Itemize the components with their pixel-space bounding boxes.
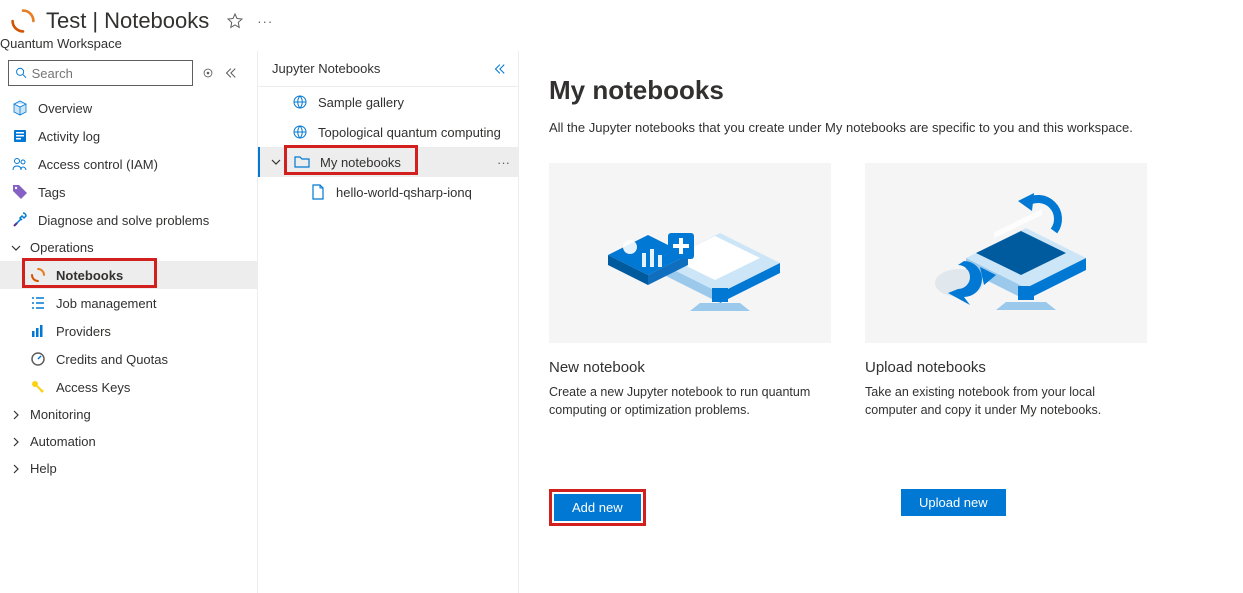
search-icon	[15, 66, 28, 80]
tree-item-label: Sample gallery	[318, 95, 404, 110]
nav-label: Notebooks	[56, 268, 123, 283]
settings-icon[interactable]	[201, 66, 215, 80]
tree-item-label: My notebooks	[320, 155, 401, 170]
log-icon	[12, 128, 28, 144]
nav-label: Diagnose and solve problems	[38, 213, 209, 228]
nav-label: Overview	[38, 101, 92, 116]
resource-subtitle: Quantum Workspace	[0, 36, 1243, 51]
nav-activity-log[interactable]: Activity log	[0, 122, 257, 150]
tree-item-label: hello-world-qsharp-ionq	[336, 185, 472, 200]
quantum-logo-icon	[8, 6, 38, 36]
sidebar: Overview Activity log Access control (IA…	[0, 51, 257, 593]
main-title: My notebooks	[549, 75, 1213, 106]
favorite-icon[interactable]	[227, 13, 243, 29]
more-icon[interactable]: ···	[497, 155, 510, 170]
highlight-annotation: Add new	[549, 489, 646, 526]
upload-notebook-illustration	[865, 163, 1147, 343]
nav-group-automation[interactable]: Automation	[0, 428, 257, 455]
search-input[interactable]	[32, 66, 186, 81]
folder-icon	[294, 154, 310, 170]
nav-tags[interactable]: Tags	[0, 178, 257, 206]
nav-group-label: Automation	[30, 434, 96, 449]
quantum-small-icon	[30, 267, 46, 283]
tag-icon	[12, 184, 28, 200]
chevron-down-icon	[10, 242, 22, 254]
chevron-right-icon	[10, 409, 22, 421]
nav-diagnose[interactable]: Diagnose and solve problems	[0, 206, 257, 234]
nav-providers[interactable]: Providers	[0, 317, 257, 345]
nav-group-operations[interactable]: Operations	[0, 234, 257, 261]
nav-label: Access control (IAM)	[38, 157, 158, 172]
collapse-tree-icon[interactable]	[492, 62, 506, 76]
card-upload-notebooks: Upload notebooks Take an existing notebo…	[865, 163, 1147, 419]
main-content: My notebooks All the Jupyter notebooks t…	[519, 51, 1243, 593]
more-icon[interactable]: ···	[257, 14, 273, 29]
card-description: Take an existing notebook from your loca…	[865, 384, 1147, 419]
file-icon	[310, 184, 326, 200]
list-icon	[30, 295, 46, 311]
tree-header: Jupyter Notebooks	[272, 61, 380, 76]
nav-access-control[interactable]: Access control (IAM)	[0, 150, 257, 178]
nav-group-label: Operations	[30, 240, 94, 255]
nav-label: Activity log	[38, 129, 100, 144]
nav-notebooks[interactable]: Notebooks	[0, 261, 257, 289]
nav-label: Credits and Quotas	[56, 352, 168, 367]
tree-sample-gallery[interactable]: Sample gallery	[258, 87, 518, 117]
people-icon	[12, 156, 28, 172]
tree-item-label: Topological quantum computing	[318, 125, 501, 140]
nav-job-management[interactable]: Job management	[0, 289, 257, 317]
nav-label: Providers	[56, 324, 111, 339]
nav-group-monitoring[interactable]: Monitoring	[0, 401, 257, 428]
page-title: Test|Notebooks	[46, 8, 209, 34]
nav-overview[interactable]: Overview	[0, 94, 257, 122]
wrench-icon	[12, 212, 28, 228]
chevron-down-icon	[270, 156, 282, 168]
gauge-icon	[30, 351, 46, 367]
nav-credits-quotas[interactable]: Credits and Quotas	[0, 345, 257, 373]
notebook-tree-panel: Jupyter Notebooks Sample gallery Topolog…	[257, 51, 519, 593]
card-title: Upload notebooks	[865, 359, 1147, 376]
nav-label: Tags	[38, 185, 65, 200]
page-header: Test|Notebooks ··· Quantum Workspace	[0, 0, 1243, 51]
nav-label: Job management	[56, 296, 156, 311]
nav-group-label: Monitoring	[30, 407, 91, 422]
main-description: All the Jupyter notebooks that you creat…	[549, 120, 1213, 135]
nav-group-label: Help	[30, 461, 57, 476]
tree-my-notebooks[interactable]: My notebooks ···	[258, 147, 518, 177]
search-input-wrapper[interactable]	[8, 60, 193, 86]
key-icon	[30, 379, 46, 395]
nav-group-help[interactable]: Help	[0, 455, 257, 482]
upload-new-button[interactable]: Upload new	[901, 489, 1006, 516]
new-notebook-illustration	[549, 163, 831, 343]
tree-topological[interactable]: Topological quantum computing	[258, 117, 518, 147]
collapse-sidebar-icon[interactable]	[223, 66, 237, 80]
chevron-right-icon	[10, 463, 22, 475]
nav-access-keys[interactable]: Access Keys	[0, 373, 257, 401]
bars-icon	[30, 323, 46, 339]
globe-icon	[292, 124, 308, 140]
cube-icon	[12, 100, 28, 116]
nav-label: Access Keys	[56, 380, 130, 395]
tree-file-hello-world[interactable]: hello-world-qsharp-ionq	[258, 177, 518, 207]
globe-icon	[292, 94, 308, 110]
card-title: New notebook	[549, 359, 831, 376]
card-new-notebook: New notebook Create a new Jupyter notebo…	[549, 163, 831, 419]
card-description: Create a new Jupyter notebook to run qua…	[549, 384, 831, 419]
chevron-right-icon	[10, 436, 22, 448]
add-new-button[interactable]: Add new	[554, 494, 641, 521]
